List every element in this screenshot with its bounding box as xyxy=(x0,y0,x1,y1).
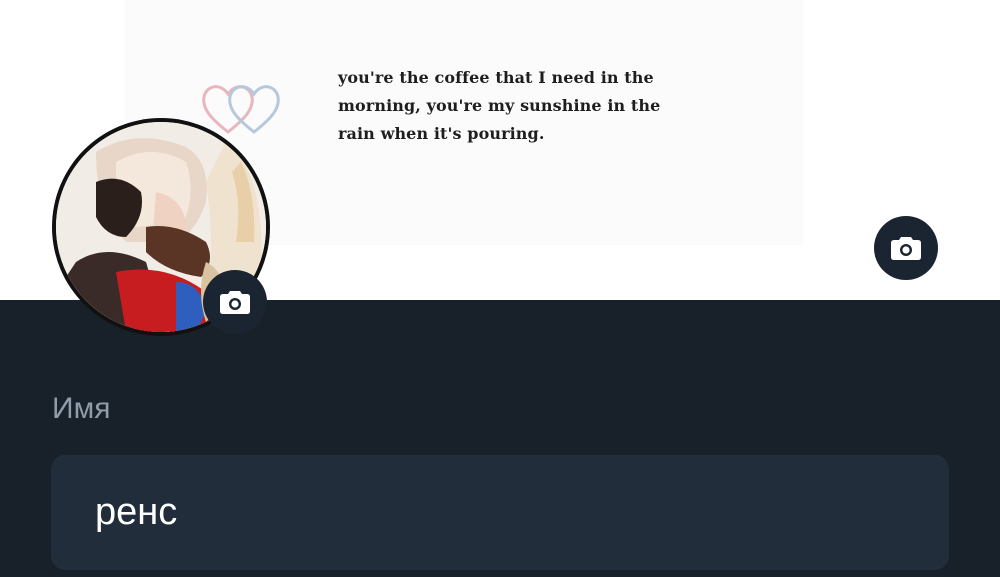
name-field-label: Имя xyxy=(52,392,111,425)
change-avatar-button[interactable] xyxy=(203,270,267,334)
double-hearts-icon xyxy=(202,85,280,134)
banner-quote: you're the coffee that I need in the mor… xyxy=(338,64,668,148)
change-banner-button[interactable] xyxy=(874,216,938,280)
camera-icon xyxy=(220,291,250,314)
quote-line: you're the coffee that I need in the xyxy=(338,68,654,87)
quote-line: rain when it's pouring. xyxy=(338,124,545,143)
camera-icon xyxy=(891,237,921,260)
name-field[interactable]: ренс xyxy=(51,455,949,570)
name-field-value[interactable]: ренс xyxy=(95,491,177,534)
quote-line: morning, you're my sunshine in the xyxy=(338,96,661,115)
